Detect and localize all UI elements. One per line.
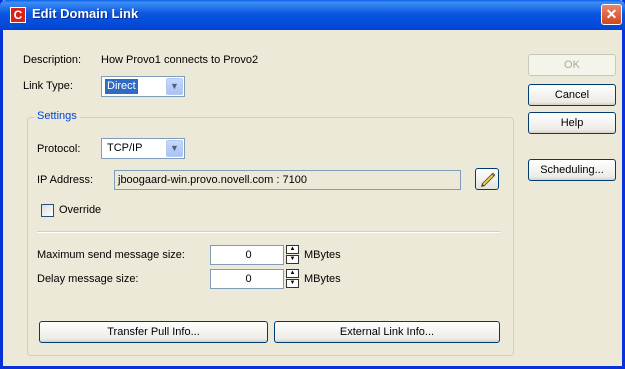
link-type-label: Link Type: bbox=[23, 80, 73, 92]
chevron-down-icon[interactable]: ▼ bbox=[166, 140, 183, 157]
delay-input[interactable]: 0 bbox=[210, 269, 284, 289]
delay-spinner[interactable]: ▲ ▼ bbox=[286, 269, 299, 288]
cancel-button[interactable]: Cancel bbox=[528, 84, 616, 106]
max-send-input[interactable]: 0 bbox=[210, 245, 284, 265]
description-label: Description: bbox=[23, 54, 82, 66]
override-checkbox[interactable] bbox=[41, 204, 54, 217]
link-type-value: Direct bbox=[105, 79, 138, 94]
ok-button[interactable]: OK bbox=[528, 54, 616, 76]
external-link-info-button[interactable]: External Link Info... bbox=[274, 321, 500, 343]
settings-group-title: Settings bbox=[34, 110, 80, 122]
protocol-select[interactable]: TCP/IP ▼ bbox=[101, 138, 185, 159]
ip-address-field[interactable]: jboogaard-win.provo.novell.com : 7100 bbox=[114, 170, 461, 190]
spin-up-icon[interactable]: ▲ bbox=[286, 245, 299, 254]
title-bar[interactable]: C Edit Domain Link ✕ bbox=[0, 0, 625, 30]
edit-ip-button[interactable] bbox=[475, 168, 499, 190]
close-button[interactable]: ✕ bbox=[601, 4, 622, 25]
help-button[interactable]: Help bbox=[528, 112, 616, 134]
transfer-pull-info-button[interactable]: Transfer Pull Info... bbox=[39, 321, 268, 343]
max-send-label: Maximum send message size: bbox=[37, 249, 185, 261]
delay-label: Delay message size: bbox=[37, 273, 139, 285]
description-value: How Provo1 connects to Provo2 bbox=[101, 54, 259, 66]
protocol-label: Protocol: bbox=[37, 143, 81, 155]
ip-address-label: IP Address: bbox=[37, 174, 94, 186]
spin-down-icon[interactable]: ▼ bbox=[286, 255, 299, 264]
app-icon: C bbox=[10, 7, 26, 23]
pencil-icon bbox=[481, 172, 496, 187]
spin-up-icon[interactable]: ▲ bbox=[286, 269, 299, 278]
scheduling-button[interactable]: Scheduling... bbox=[528, 159, 616, 181]
link-type-select[interactable]: Direct ▼ bbox=[101, 76, 185, 97]
spin-down-icon[interactable]: ▼ bbox=[286, 279, 299, 288]
max-send-unit: MBytes bbox=[304, 249, 341, 261]
max-send-spinner[interactable]: ▲ ▼ bbox=[286, 245, 299, 264]
window-title: Edit Domain Link bbox=[32, 6, 139, 21]
chevron-down-icon[interactable]: ▼ bbox=[166, 78, 183, 95]
protocol-value: TCP/IP bbox=[107, 142, 143, 154]
delay-unit: MBytes bbox=[304, 273, 341, 285]
override-label: Override bbox=[59, 204, 102, 216]
separator bbox=[37, 231, 500, 233]
close-icon: ✕ bbox=[605, 6, 618, 22]
